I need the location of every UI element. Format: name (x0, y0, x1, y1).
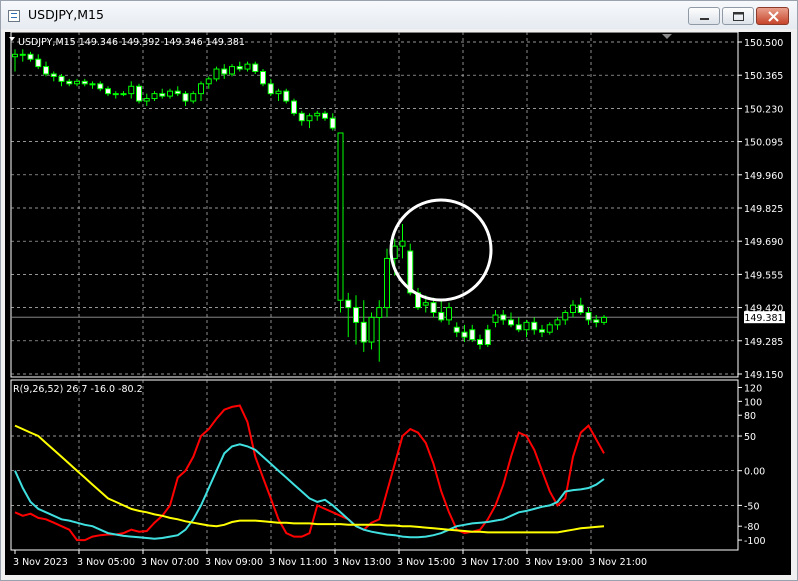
price-tick-label: 149.285 (744, 337, 783, 348)
price-tick-label: 150.365 (744, 71, 783, 82)
close-icon (768, 11, 779, 22)
svg-text:149.381: 149.381 (744, 313, 783, 324)
time-tick-label: 3 Nov 11:00 (269, 557, 327, 568)
chart-background (5, 32, 791, 575)
chart-window-icon (8, 10, 20, 22)
time-tick-label: 3 Nov 07:00 (141, 557, 199, 568)
time-tick-label: 3 Nov 17:00 (461, 557, 519, 568)
title-bar[interactable]: USDJPY,M15 (1, 1, 797, 29)
time-tick-label: 3 Nov 05:00 (77, 557, 135, 568)
candle (337, 132, 344, 313)
oscillator-tick-label: -50 (744, 501, 760, 512)
time-tick-label: 3 Nov 19:00 (525, 557, 583, 568)
oscillator-tick-label: -100 (744, 536, 766, 547)
time-tick-label: 3 Nov 2023 (13, 557, 68, 568)
indicator-header: R(9,26,52) 26.7 -16.0 -80.2 (13, 384, 143, 395)
time-tick-label: 3 Nov 21:00 (589, 557, 647, 568)
price-tick-label: 149.150 (744, 370, 783, 381)
symbol-header: USDJPY,M15 149.346 149.392 149.346 149.3… (18, 37, 245, 48)
oscillator-tick-label: 0.00 (744, 467, 765, 478)
candle (260, 69, 266, 87)
price-tick-label: 149.960 (744, 171, 783, 182)
close-button[interactable] (756, 7, 789, 25)
window-title: USDJPY,M15 (28, 7, 104, 22)
candle (213, 66, 220, 82)
oscillator-tick-label: -80 (744, 522, 760, 533)
maximize-icon (733, 12, 744, 21)
price-tick-label: 150.095 (744, 138, 783, 149)
time-tick-label: 3 Nov 15:00 (397, 557, 455, 568)
price-tick-label: 150.500 (744, 38, 783, 49)
oscillator-tick-label: 80 (744, 411, 756, 422)
maximize-button[interactable] (722, 7, 754, 25)
terminal-window: USDJPY,M15 150.500 150.365 150.230 150.095 1… (0, 0, 798, 581)
price-tick-label: 150.230 (744, 104, 783, 115)
price-tick-label: 149.555 (744, 270, 783, 281)
time-tick-label: 3 Nov 13:00 (333, 557, 391, 568)
candle (384, 248, 390, 318)
candle (283, 88, 290, 104)
candle (136, 83, 142, 104)
oscillator-tick-label: 100 (744, 397, 762, 408)
candle (291, 98, 297, 116)
price-tick-label: 149.825 (744, 204, 783, 215)
time-tick-label: 3 Nov 09:00 (205, 557, 263, 568)
minimize-icon (700, 18, 709, 20)
oscillator-tick-label: 120 (744, 383, 762, 394)
current-price-marker: 149.381 (744, 311, 785, 324)
minimize-button[interactable] (688, 7, 720, 25)
price-tick-label: 149.690 (744, 237, 783, 248)
chart-canvas[interactable]: 150.500 150.365 150.230 150.095 149.960 149.8… (5, 32, 791, 575)
oscillator-tick-label: 50 (744, 432, 756, 443)
